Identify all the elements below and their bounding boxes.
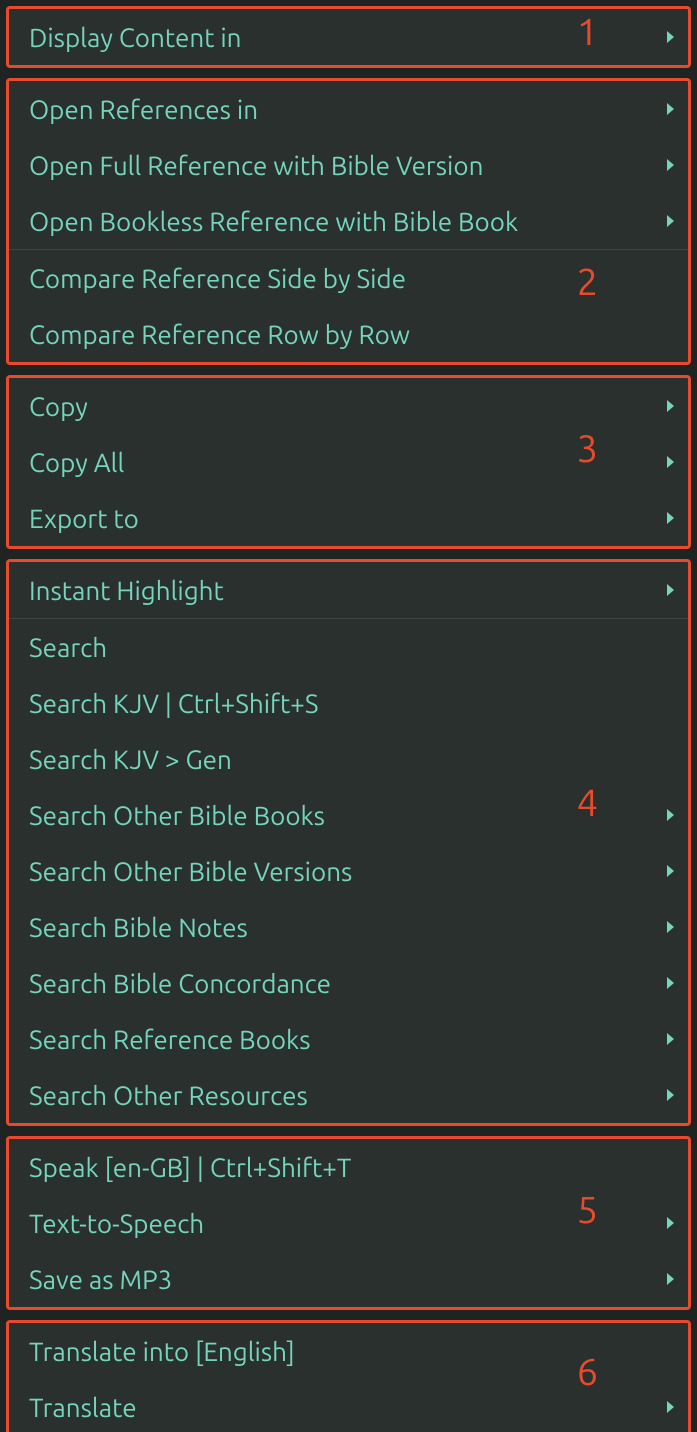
menu-item[interactable]: Search Bible Concordance	[9, 955, 688, 1011]
menu-group-5: Speak [en-GB] | Ctrl+Shift+T Text-to-Spee…	[6, 1136, 691, 1310]
menu-item[interactable]: Copy All	[9, 434, 688, 490]
menu-item-label: Display Content in	[29, 23, 657, 52]
menu-item-label: Open References in	[29, 95, 657, 124]
menu-item[interactable]: Copy	[9, 378, 688, 434]
submenu-arrow-icon	[667, 400, 674, 412]
submenu-arrow-icon	[667, 1273, 674, 1285]
menu-group-6: Translate into [English]Translate6	[6, 1320, 691, 1432]
menu-item-label: Copy	[29, 392, 657, 421]
menu-item-label: Search Other Bible Books	[29, 801, 657, 830]
submenu-arrow-icon	[667, 215, 674, 227]
submenu-arrow-icon	[667, 31, 674, 43]
menu-item[interactable]: Search Other Resources	[9, 1067, 688, 1123]
submenu-arrow-icon	[667, 456, 674, 468]
menu-item-label: Compare Reference Row by Row	[29, 320, 674, 349]
menu-item[interactable]: Search Other Bible Books	[9, 787, 688, 843]
submenu-arrow-icon	[667, 1401, 674, 1413]
menu-item-label: Search	[29, 633, 674, 662]
submenu-arrow-icon	[667, 865, 674, 877]
submenu-arrow-icon	[667, 584, 674, 596]
menu-item[interactable]: Save as MP3	[9, 1251, 688, 1307]
submenu-arrow-icon	[667, 977, 674, 989]
submenu-arrow-icon	[667, 921, 674, 933]
menu-item[interactable]: Translate into [English]	[9, 1323, 688, 1379]
menu-item[interactable]: Compare Reference Side by Side	[9, 250, 688, 306]
menu-item-label: Translate into [English]	[29, 1337, 674, 1366]
menu-item[interactable]: Export to	[9, 490, 688, 546]
menu-item-label: Export to	[29, 504, 657, 533]
menu-item[interactable]: Open Bookless Reference with Bible Book	[9, 193, 688, 249]
menu-item-label: Translate	[29, 1393, 657, 1422]
menu-item-label: Search Bible Notes	[29, 913, 657, 942]
menu-item-label: Search KJV | Ctrl+Shift+S	[29, 689, 674, 718]
menu-item[interactable]: Search KJV > Gen	[9, 731, 688, 787]
menu-item-label: Copy All	[29, 448, 657, 477]
menu-group-4: Instant Highlight Search Search KJV | Ctrl…	[6, 559, 691, 1126]
menu-item-label: Text-to-Speech	[29, 1209, 657, 1238]
menu-item-label: Compare Reference Side by Side	[29, 264, 674, 293]
submenu-arrow-icon	[667, 809, 674, 821]
submenu-arrow-icon	[667, 1217, 674, 1229]
submenu-arrow-icon	[667, 159, 674, 171]
menu-item-label: Open Bookless Reference with Bible Book	[29, 207, 657, 236]
menu-group-3: CopyCopy AllExport to3	[6, 375, 691, 549]
menu-item[interactable]: Text-to-Speech	[9, 1195, 688, 1251]
menu-item[interactable]: Translate	[9, 1379, 688, 1432]
menu-item[interactable]: Search Reference Books	[9, 1011, 688, 1067]
context-menu: Display Content in1Open References inOpe…	[0, 0, 697, 1432]
menu-item[interactable]: Search KJV | Ctrl+Shift+S	[9, 675, 688, 731]
menu-item[interactable]: Open References in	[9, 81, 688, 137]
menu-item-label: Speak [en-GB] | Ctrl+Shift+T	[29, 1153, 674, 1182]
menu-item-label: Search Other Resources	[29, 1081, 657, 1110]
menu-item-label: Open Full Reference with Bible Version	[29, 151, 657, 180]
menu-item[interactable]: Search	[9, 619, 688, 675]
menu-item[interactable]: Open Full Reference with Bible Version	[9, 137, 688, 193]
menu-item-label: Search Other Bible Versions	[29, 857, 657, 886]
submenu-arrow-icon	[667, 103, 674, 115]
menu-item-label: Search Bible Concordance	[29, 969, 657, 998]
menu-item[interactable]: Compare Reference Row by Row	[9, 306, 688, 362]
menu-item-label: Search KJV > Gen	[29, 745, 674, 774]
menu-group-2: Open References in Open Full Reference wi…	[6, 78, 691, 365]
menu-item[interactable]: Search Bible Notes	[9, 899, 688, 955]
menu-item[interactable]: Display Content in	[9, 9, 688, 65]
menu-item[interactable]: Instant Highlight	[9, 562, 688, 618]
menu-item-label: Instant Highlight	[29, 576, 657, 605]
menu-item[interactable]: Search Other Bible Versions	[9, 843, 688, 899]
submenu-arrow-icon	[667, 512, 674, 524]
menu-item-label: Search Reference Books	[29, 1025, 657, 1054]
menu-group-1: Display Content in1	[6, 6, 691, 68]
submenu-arrow-icon	[667, 1033, 674, 1045]
menu-item-label: Save as MP3	[29, 1265, 657, 1294]
menu-item[interactable]: Speak [en-GB] | Ctrl+Shift+T	[9, 1139, 688, 1195]
submenu-arrow-icon	[667, 1089, 674, 1101]
